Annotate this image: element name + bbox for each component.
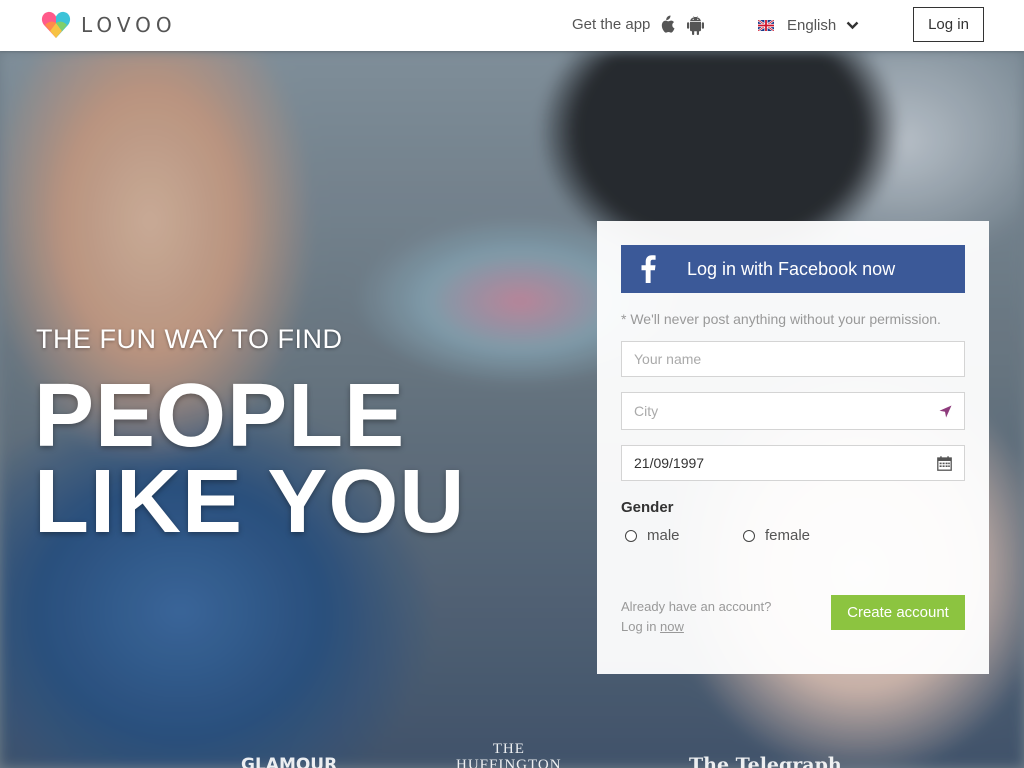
uk-flag-icon <box>758 20 774 31</box>
brand-name: LOVOO <box>81 13 177 37</box>
birthdate-input[interactable] <box>622 446 964 480</box>
male-label: male <box>647 527 680 544</box>
location-arrow-icon[interactable] <box>939 405 952 418</box>
existing-account-prompt: Already have an account? Log in now <box>621 597 771 637</box>
header-login-button[interactable]: Log in <box>913 7 984 42</box>
language-selector[interactable]: English <box>758 17 836 34</box>
gender-label: Gender <box>621 499 674 516</box>
gender-option-male[interactable]: male <box>625 527 680 544</box>
press-logo-telegraph: The Telegraph <box>689 754 842 768</box>
hero-headline-line-2: LIKE YOU <box>34 452 466 552</box>
facebook-login-button[interactable]: Log in with Facebook now <box>621 245 965 293</box>
city-field[interactable] <box>621 392 965 430</box>
birthdate-field[interactable] <box>621 445 965 481</box>
already-account-text: Already have an account? <box>621 599 772 614</box>
facebook-login-label: Log in with Facebook now <box>687 259 896 279</box>
press-logo-huffington: THE HUFFINGTON <box>456 741 562 768</box>
calendar-icon[interactable] <box>937 456 952 471</box>
city-input[interactable] <box>622 393 964 429</box>
heart-logo-icon <box>41 11 71 38</box>
name-field[interactable] <box>621 341 965 377</box>
gender-option-female[interactable]: female <box>743 527 810 544</box>
brand-logo[interactable]: LOVOO <box>41 11 177 39</box>
name-input[interactable] <box>622 342 964 376</box>
hero-headline: PEOPLE LIKE YOU <box>34 366 466 552</box>
chevron-down-icon[interactable] <box>846 21 859 30</box>
signup-card: Log in with Facebook now * We'll never p… <box>597 221 989 674</box>
apple-icon[interactable] <box>659 15 675 34</box>
top-bar: LOVOO Get the app English Log in <box>0 0 1024 51</box>
female-radio[interactable] <box>743 529 755 542</box>
create-account-button[interactable]: Create account <box>831 595 965 630</box>
get-the-app-label: Get the app <box>572 16 651 33</box>
facebook-icon <box>641 255 656 283</box>
login-prefix-text: Log in <box>621 619 657 634</box>
login-now-link[interactable]: now <box>660 619 684 634</box>
android-icon[interactable] <box>687 16 704 35</box>
female-label: female <box>765 527 811 544</box>
hero-tagline: THE FUN WAY TO FIND <box>36 324 343 354</box>
male-radio[interactable] <box>625 529 637 542</box>
hero-headline-line-1: PEOPLE <box>34 366 406 466</box>
press-logo-glamour: GLAMOUR <box>241 755 338 768</box>
privacy-note: * We'll never post anything without your… <box>621 311 941 327</box>
language-label: English <box>787 17 837 34</box>
